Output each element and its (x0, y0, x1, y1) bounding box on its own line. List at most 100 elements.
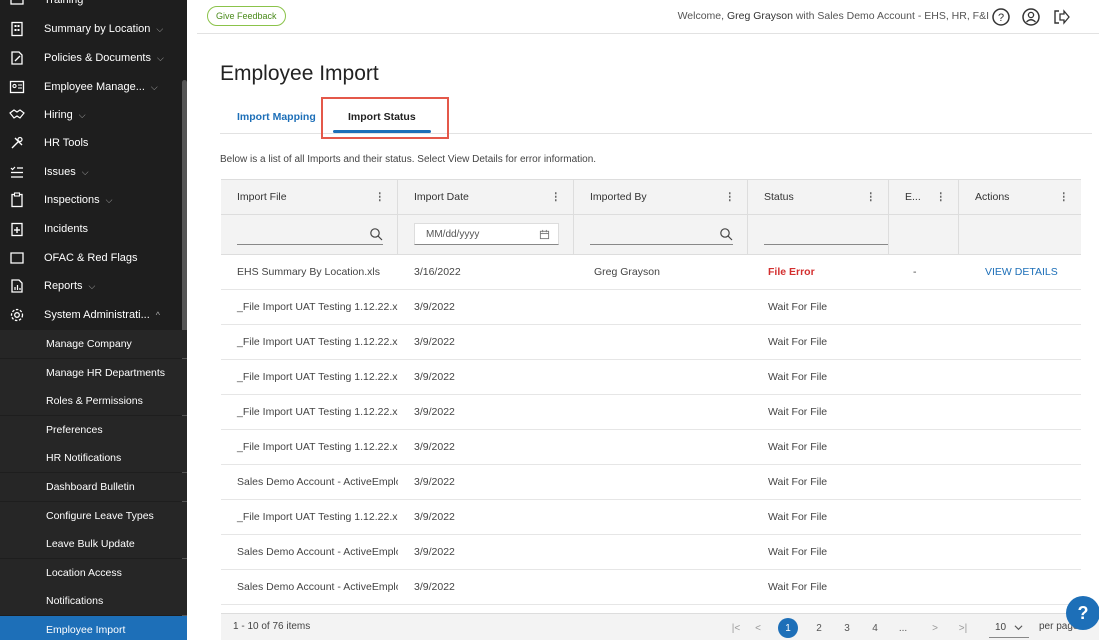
calendar-icon[interactable] (539, 229, 550, 240)
column-menu-icon[interactable]: ⋮ (725, 191, 736, 203)
table-cell-by (574, 465, 748, 499)
table-cell-file: _File Import UAT Testing 1.12.22.xl: (237, 301, 398, 313)
last-page-button[interactable]: >| (953, 618, 973, 638)
sidebar-subitem-7[interactable]: Leave Bulk Update (0, 530, 187, 559)
table-cell-by (574, 360, 748, 394)
table-cell-date: 3/9/2022 (414, 581, 455, 593)
column-menu-icon[interactable]: ⋮ (551, 191, 562, 203)
column-header-0[interactable]: Import File ⋮ (221, 180, 398, 214)
sidebar-item-11[interactable]: System Administrati... ^ (0, 301, 187, 329)
sidebar-subitem-0[interactable]: Manage Company (0, 330, 187, 358)
sidebar-subitem-9[interactable]: Notifications (0, 587, 187, 616)
table-cell-date: 3/9/2022 (414, 336, 455, 348)
table-cell-e (889, 500, 959, 534)
sidebar-subitem-5[interactable]: Dashboard Bulletin (0, 473, 187, 501)
tools-icon (9, 135, 25, 151)
table-cell-date: 3/9/2022 (414, 371, 455, 383)
sidebar-item-7[interactable]: Inspections ⌵ (0, 186, 187, 214)
table-cell-by (574, 290, 748, 324)
status-filter-input[interactable] (764, 223, 888, 245)
column-menu-icon[interactable]: ⋮ (936, 191, 947, 203)
training-icon (9, 0, 25, 8)
grid-filter-row: MM/dd/yyyy (221, 215, 1081, 255)
sidebar-subitem-2[interactable]: Roles & Permissions (0, 387, 187, 416)
sidebar-item-9[interactable]: OFAC & Red Flags (0, 244, 187, 272)
items-count: 1 - 10 of 76 items (233, 621, 311, 632)
sidebar-item-label: System Administrati... (44, 309, 150, 321)
sidebar-subitem-10[interactable]: Employee Import (0, 616, 187, 640)
sidebar-subitem-8[interactable]: Location Access (0, 558, 187, 587)
sidebar-item-6[interactable]: Issues ⌵ (0, 158, 187, 186)
table-row: _File Import UAT Testing 1.12.22.xl: 3/9/… (221, 430, 1081, 465)
column-header-5[interactable]: Actions ⋮ (959, 180, 1081, 214)
sidebar-item-8[interactable]: Incidents (0, 215, 187, 243)
page-title: Employee Import (220, 62, 379, 85)
table-cell-by (574, 395, 748, 429)
column-menu-icon[interactable]: ⋮ (375, 191, 386, 203)
filter-cell-date: MM/dd/yyyy (398, 215, 574, 254)
column-header-4[interactable]: E... ⋮ (889, 180, 959, 214)
table-cell-file: _File Import UAT Testing 1.12.22.xl: (237, 511, 398, 523)
column-menu-icon[interactable]: ⋮ (866, 191, 877, 203)
sidebar-item-5[interactable]: HR Tools (0, 129, 187, 157)
id-card-icon (9, 79, 25, 95)
file-filter-input[interactable] (237, 223, 383, 245)
give-feedback-button[interactable]: Give Feedback (207, 6, 286, 26)
next-page-button[interactable]: > (925, 618, 945, 638)
help-fab-button[interactable]: ? (1066, 596, 1099, 630)
logout-icon[interactable] (1051, 7, 1071, 27)
column-header-3[interactable]: Status ⋮ (748, 180, 889, 214)
page-ellipsis-button[interactable]: ... (893, 618, 913, 638)
help-circle-icon[interactable]: ? (991, 7, 1011, 27)
tab-import-mapping[interactable]: Import Mapping (237, 111, 316, 123)
sidebar-item-1[interactable]: Summary by Location ⌵ (0, 15, 187, 43)
sidebar-item-2[interactable]: Policies & Documents ⌵ (0, 44, 187, 72)
date-filter-input[interactable]: MM/dd/yyyy (414, 223, 559, 245)
sidebar-item-0[interactable]: Training (0, 0, 187, 14)
first-page-button[interactable]: |< (726, 618, 746, 638)
sidebar-item-3[interactable]: Employee Manage... ⌵ (0, 73, 187, 101)
sidebar-subitem-4[interactable]: HR Notifications (0, 444, 187, 473)
table-cell-status: Wait For File (768, 336, 828, 348)
table-cell-status: Wait For File (768, 546, 828, 558)
table-cell-action (959, 500, 1081, 534)
page-size-select[interactable]: 10 (989, 618, 1029, 638)
sidebar-item-label: Inspections (44, 194, 100, 206)
view-details-link[interactable]: VIEW DETAILS (959, 255, 1081, 289)
user-profile-icon[interactable] (1021, 7, 1041, 27)
gear-icon (9, 307, 25, 323)
prev-page-button[interactable]: < (748, 618, 768, 638)
sidebar-subitem-1[interactable]: Manage HR Departments (0, 358, 187, 387)
table-cell-by (574, 500, 748, 534)
sidebar-subitem-6[interactable]: Configure Leave Types (0, 501, 187, 530)
chevron-icon: ⌵ (81, 166, 89, 177)
page-button-3[interactable]: 3 (837, 618, 857, 638)
chevron-icon: ⌵ (150, 81, 158, 92)
table-cell-file: _File Import UAT Testing 1.12.22.xl: (237, 441, 398, 453)
sidebar-item-10[interactable]: Reports ⌵ (0, 272, 187, 300)
table-cell-status: Wait For File (768, 441, 828, 453)
page-button-2[interactable]: 2 (809, 618, 829, 638)
tab-bar: Import Mapping Import Status (220, 97, 1092, 139)
table-cell-action (959, 395, 1081, 429)
table-cell-action (959, 430, 1081, 464)
table-cell-by (574, 535, 748, 569)
sidebar: Training Summary by Location ⌵ Policies & D… (0, 0, 187, 640)
table-cell-date: 3/9/2022 (414, 441, 455, 453)
sidebar-subitem-3[interactable]: Preferences (0, 415, 187, 444)
chevron-icon: ⌵ (105, 194, 113, 205)
annotation-highlight-box (321, 97, 449, 139)
column-header-2[interactable]: Imported By ⋮ (574, 180, 748, 214)
imported-by-filter-input[interactable] (590, 223, 733, 245)
table-row: Sales Demo Account - ActiveEmplo 3/9/2022… (221, 465, 1081, 500)
table-cell-status: Wait For File (768, 476, 828, 488)
user-name: Greg Grayson (726, 10, 793, 22)
table-row: _File Import UAT Testing 1.12.22.xl: 3/9/… (221, 360, 1081, 395)
svg-text:?: ? (998, 12, 1004, 24)
table-row: _File Import UAT Testing 1.12.22.xl: 3/9/… (221, 290, 1081, 325)
page-button-4[interactable]: 4 (865, 618, 885, 638)
page-button-1[interactable]: 1 (778, 618, 798, 638)
sidebar-item-4[interactable]: Hiring ⌵ (0, 101, 187, 129)
column-header-1[interactable]: Import Date ⋮ (398, 180, 574, 214)
column-menu-icon[interactable]: ⋮ (1059, 191, 1070, 203)
